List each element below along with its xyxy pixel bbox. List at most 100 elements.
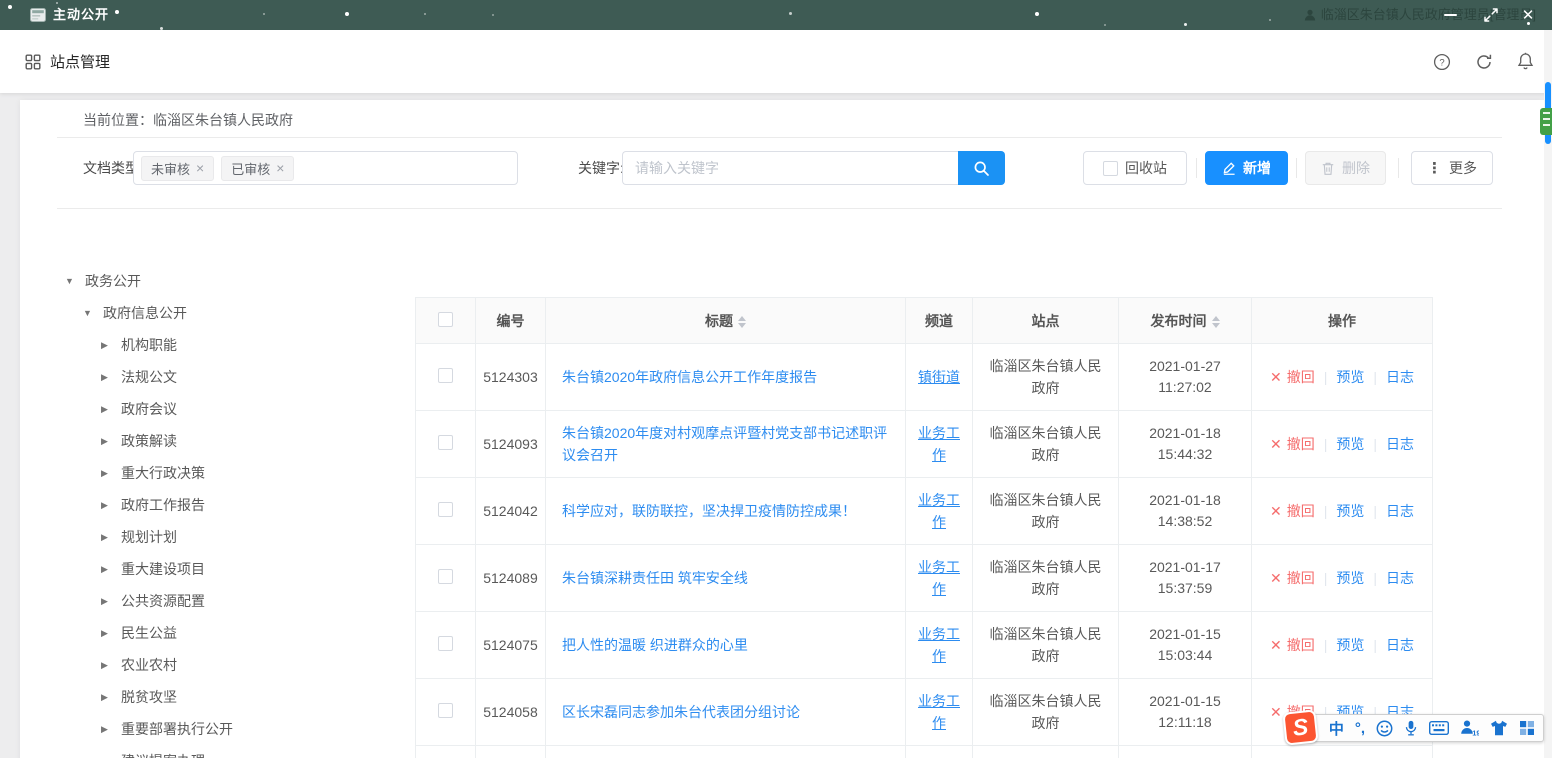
- close-button[interactable]: ✕: [1512, 0, 1544, 30]
- notification-bell-icon[interactable]: [1517, 52, 1534, 71]
- tree-item[interactable]: 法规公文: [65, 361, 410, 393]
- ime-chinese-mode-icon[interactable]: 中: [1329, 718, 1344, 739]
- ime-skin-icon[interactable]: [1490, 720, 1508, 736]
- tree-item[interactable]: 政务公开: [65, 265, 410, 297]
- row-checkbox[interactable]: [438, 569, 453, 584]
- tree-expand-arrow-icon[interactable]: [101, 500, 121, 511]
- doc-title-link[interactable]: 朱台镇2020年政府信息公开工作年度报告: [562, 369, 817, 385]
- tree-item[interactable]: 公共资源配置: [65, 585, 410, 617]
- doc-title-link[interactable]: 把人性的温暖 织进群众的心里: [562, 637, 748, 653]
- tree-item[interactable]: 规划计划: [65, 521, 410, 553]
- tree-item[interactable]: 重大行政决策: [65, 457, 410, 489]
- tree-item[interactable]: 脱贫攻坚: [65, 681, 410, 713]
- ime-keyboard-icon[interactable]: [1429, 721, 1449, 735]
- log-action[interactable]: 日志: [1386, 434, 1414, 454]
- tree-expand-arrow-icon[interactable]: [101, 404, 121, 415]
- row-checkbox[interactable]: [438, 435, 453, 450]
- sort-carets-icon[interactable]: [1212, 316, 1220, 328]
- svg-text:?: ?: [1439, 57, 1444, 68]
- tree-item[interactable]: 机构职能: [65, 329, 410, 361]
- tree-expand-arrow-icon[interactable]: [65, 276, 85, 286]
- page-elevator-widget[interactable]: [1540, 108, 1552, 135]
- search-button[interactable]: [958, 151, 1005, 185]
- tree-expand-arrow-icon[interactable]: [101, 436, 121, 447]
- column-header-title[interactable]: 标题: [546, 298, 906, 344]
- breadcrumb: 当前位置：临淄区朱台镇人民政府: [83, 110, 293, 130]
- doc-title-link[interactable]: 科学应对，联防联控，坚决捍卫疫情防控成果！: [562, 503, 856, 519]
- preview-action[interactable]: 预览: [1336, 367, 1364, 387]
- tree-expand-arrow-icon[interactable]: [101, 340, 121, 351]
- log-action[interactable]: 日志: [1386, 367, 1414, 387]
- row-checkbox[interactable]: [438, 502, 453, 517]
- withdraw-action[interactable]: ✕撤回: [1270, 434, 1315, 454]
- tree-expand-arrow-icon[interactable]: [101, 692, 121, 703]
- doc-channel-link[interactable]: 镇街道: [918, 369, 960, 385]
- doc-title-link[interactable]: 朱台镇深耕责任田 筑牢安全线: [562, 570, 748, 586]
- select-all-checkbox[interactable]: [438, 312, 453, 327]
- tag-remove-icon[interactable]: ×: [276, 160, 284, 176]
- tree-expand-arrow-icon[interactable]: [101, 628, 121, 639]
- withdraw-action[interactable]: ✕撤回: [1270, 367, 1315, 387]
- recycle-bin-button[interactable]: 回收站: [1083, 151, 1187, 185]
- log-action[interactable]: 日志: [1386, 635, 1414, 655]
- doc-channel-link[interactable]: 业务工作: [918, 626, 960, 664]
- sort-carets-icon[interactable]: [738, 316, 746, 328]
- help-icon[interactable]: ?: [1433, 53, 1451, 71]
- doc-channel-link[interactable]: 业务工作: [918, 559, 960, 597]
- tree-expand-arrow-icon[interactable]: [101, 596, 121, 607]
- doc-title-link[interactable]: 区长宋磊同志参加朱台代表团分组讨论: [562, 704, 800, 720]
- maximize-button[interactable]: [1475, 0, 1507, 30]
- tree-item[interactable]: 建议提案办理: [65, 745, 410, 758]
- more-button[interactable]: ⋮ 更多: [1411, 151, 1493, 185]
- row-checkbox[interactable]: [438, 636, 453, 651]
- doc-channel-link[interactable]: 业务工作: [918, 425, 960, 463]
- withdraw-action[interactable]: ✕撤回: [1270, 568, 1315, 588]
- preview-action[interactable]: 预览: [1336, 434, 1364, 454]
- log-action[interactable]: 日志: [1386, 568, 1414, 588]
- tree-expand-arrow-icon[interactable]: [101, 564, 121, 575]
- tree-item[interactable]: 民生公益: [65, 617, 410, 649]
- ime-voice-icon[interactable]: [1404, 719, 1418, 737]
- withdraw-action[interactable]: ✕撤回: [1270, 501, 1315, 521]
- doc-channel-link[interactable]: 业务工作: [918, 492, 960, 530]
- star-decoration: [115, 10, 119, 14]
- doc-type-multiselect[interactable]: 未审核× 已审核×: [133, 151, 518, 185]
- tree-item[interactable]: 政府会议: [65, 393, 410, 425]
- preview-action[interactable]: 预览: [1336, 568, 1364, 588]
- log-action[interactable]: 日志: [1386, 501, 1414, 521]
- tree-item[interactable]: 政策解读: [65, 425, 410, 457]
- preview-action[interactable]: 预览: [1336, 501, 1364, 521]
- preview-action[interactable]: 预览: [1336, 635, 1364, 655]
- tree-item[interactable]: 政府工作报告: [65, 489, 410, 521]
- tree-item[interactable]: 重要部署执行公开: [65, 713, 410, 745]
- ime-toolbox-icon[interactable]: [1519, 720, 1535, 736]
- withdraw-action[interactable]: ✕撤回: [1270, 635, 1315, 655]
- column-header-publish-time[interactable]: 发布时间: [1119, 298, 1252, 344]
- delete-button[interactable]: 删除: [1305, 151, 1386, 185]
- minimize-button[interactable]: [1434, 0, 1466, 30]
- modules-grid-icon[interactable]: [25, 54, 41, 70]
- doc-title-link[interactable]: 朱台镇2020年度对村观摩点评暨村党支部书记述职评议会召开: [562, 425, 887, 463]
- row-checkbox[interactable]: [438, 368, 453, 383]
- tree-expand-arrow-icon[interactable]: [101, 660, 121, 671]
- add-button[interactable]: 新增: [1205, 151, 1288, 185]
- ime-emoji-icon[interactable]: [1376, 720, 1393, 737]
- keyword-input[interactable]: [622, 151, 958, 185]
- tree-item[interactable]: 政府信息公开: [65, 297, 410, 329]
- refresh-icon[interactable]: [1475, 53, 1493, 71]
- doc-channel-link[interactable]: 业务工作: [918, 693, 960, 731]
- ime-user-dict-icon[interactable]: 19: [1460, 719, 1479, 737]
- vertical-scrollbar[interactable]: [1544, 30, 1552, 758]
- sogou-logo-icon[interactable]: S: [1282, 709, 1318, 745]
- tree-expand-arrow-icon[interactable]: [101, 532, 121, 543]
- tree-expand-arrow-icon[interactable]: [101, 724, 121, 735]
- tree-expand-arrow-icon[interactable]: [83, 308, 103, 318]
- row-checkbox[interactable]: [438, 703, 453, 718]
- tree-item[interactable]: 重大建设项目: [65, 553, 410, 585]
- ime-punctuation-icon[interactable]: °,: [1355, 720, 1365, 737]
- recycle-bin-checkbox[interactable]: [1103, 161, 1118, 176]
- tag-remove-icon[interactable]: ×: [196, 160, 204, 176]
- tree-item[interactable]: 农业农村: [65, 649, 410, 681]
- tree-expand-arrow-icon[interactable]: [101, 372, 121, 383]
- tree-expand-arrow-icon[interactable]: [101, 468, 121, 479]
